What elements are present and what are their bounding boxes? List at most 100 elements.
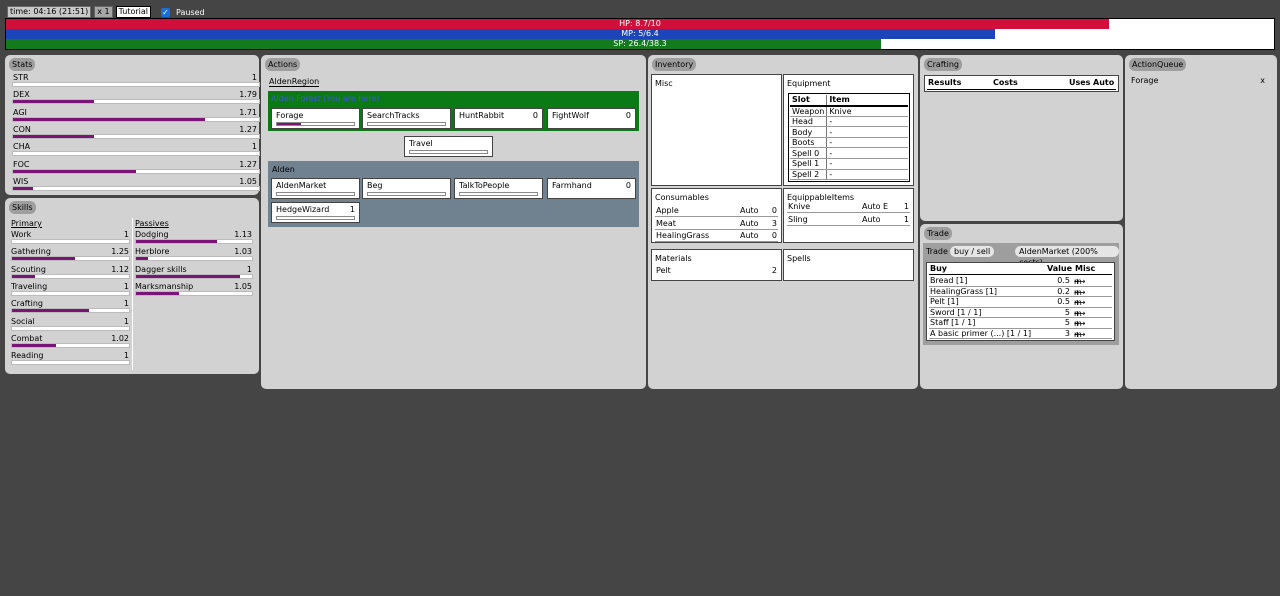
trade-item: Bread [1] [930, 276, 968, 285]
stat-progress-fill [13, 186, 33, 190]
action-button[interactable]: HuntRabbit 0 [454, 108, 543, 129]
speed-button[interactable]: x 1 [94, 6, 113, 18]
skill-row[interactable]: Gathering 1.25 [11, 247, 130, 262]
actions-title: Actions [265, 58, 301, 71]
trade-value: 5 [1064, 318, 1070, 327]
equipment-cell: - [826, 147, 908, 160]
arrow-right-icon[interactable]: ⟶ [1074, 298, 1085, 307]
skill-row[interactable]: Reading 1 [11, 351, 130, 366]
auto-toggle[interactable]: Auto [862, 202, 881, 211]
action-button[interactable]: Forage [271, 108, 360, 129]
equipment-cell: Knive [826, 105, 908, 117]
materials-title: Materials [655, 254, 692, 263]
trade-table: Buy Value Misc Bread [1] 0.5- + m ⟶ HealingGr… [926, 262, 1115, 341]
action-button[interactable]: SearchTracks [362, 108, 451, 129]
skill-row[interactable]: Traveling 1 [11, 282, 130, 297]
materials-box: Materials Pelt 2 [651, 249, 782, 281]
arrow-right-icon[interactable]: ⟶ [1074, 330, 1085, 339]
consumable-row[interactable]: HealingGrass Auto 0 [655, 230, 778, 242]
auto-toggle[interactable]: Auto [862, 215, 881, 224]
auto-toggle[interactable]: Auto [740, 219, 759, 228]
stat-row: FOC 1.27 [9, 160, 260, 175]
forest-title: Alden Forest (You are here) [271, 94, 380, 103]
skill-progress [11, 325, 130, 331]
arrow-right-icon[interactable]: ⟶ [1074, 277, 1085, 286]
action-button[interactable]: Beg [362, 178, 451, 199]
stat-progress [12, 133, 260, 139]
consumable-row[interactable]: Apple Auto 0 [655, 205, 778, 217]
equipment-row[interactable]: Body - [790, 126, 908, 138]
equipment-row[interactable]: Spell 2- [790, 169, 908, 181]
arrow-right-icon[interactable]: ⟶ [1074, 319, 1085, 328]
stat-name: AGI [13, 107, 27, 117]
paused-checkbox[interactable]: ✓ [161, 7, 171, 17]
action-button[interactable]: Farmhand 0 [547, 178, 636, 199]
travel-progress [409, 150, 488, 154]
action-button[interactable]: HedgeWizard 1 [271, 202, 360, 223]
equipment-row[interactable]: Boots - [790, 137, 908, 149]
skill-row[interactable]: Combat 1.02 [11, 334, 130, 349]
equipment-title: Equipment [787, 79, 831, 88]
arrow-right-icon[interactable]: ⟶ [1074, 309, 1085, 318]
inventory-title: Inventory [652, 58, 697, 71]
action-name: HedgeWizard [276, 205, 330, 214]
spells-box: Spells [783, 249, 914, 281]
skill-row[interactable]: Social 1 [11, 317, 130, 332]
auto-toggle[interactable]: Auto [740, 206, 759, 215]
equipment-header-cell: Slot [790, 95, 828, 107]
material-count: 2 [771, 266, 777, 275]
skill-row[interactable]: Dodging 1.13 [135, 230, 253, 245]
consumable-row[interactable]: Meat Auto 3 [655, 218, 778, 230]
skill-value: 1 [123, 281, 129, 291]
crafting-header-rule [927, 89, 1116, 90]
crafting-col-uses: Uses [1069, 78, 1091, 87]
material-row[interactable]: Pelt 2 [655, 265, 778, 277]
equipment-row[interactable]: Spell 0- [790, 147, 908, 160]
equipment-header-cell: Item [826, 95, 908, 107]
skill-row[interactable]: Herblore 1.03 [135, 247, 253, 262]
stat-name: FOC [13, 159, 30, 169]
skill-row[interactable]: Crafting 1 [11, 299, 130, 314]
consumables-title: Consumables [655, 193, 709, 202]
equipment-row[interactable]: Head - [790, 116, 908, 128]
equippable-row[interactable]: Knive Auto E 1 [787, 201, 910, 213]
skill-progress [11, 256, 130, 262]
travel-button[interactable]: Travel [404, 136, 493, 157]
action-button[interactable]: FightWolf 0 [547, 108, 636, 129]
remove-icon[interactable]: x [1260, 76, 1265, 85]
equipment-cell: Spell 2 [790, 169, 828, 181]
skill-name: Marksmanship [135, 281, 194, 291]
action-name: FightWolf [552, 111, 589, 120]
market-select[interactable]: AldenMarket (200% costs) [1015, 246, 1119, 267]
equipment-cell: - [826, 116, 908, 128]
action-name: Forage [276, 111, 304, 120]
misc-title: Misc [655, 79, 673, 88]
tutorial-button[interactable]: Tutorial [115, 6, 152, 18]
skill-row[interactable]: Dagger skills 1 [135, 265, 253, 280]
arrow-right-icon[interactable]: ⟶ [1074, 288, 1085, 297]
skill-row[interactable]: Work 1 [11, 230, 130, 245]
skill-row[interactable]: Marksmanship 1.05 [135, 282, 253, 297]
equipment-row[interactable]: Weapon Knive [790, 105, 908, 117]
trade-box: Trade buy / sell AldenMarket (200% costs… [923, 243, 1119, 345]
equipment-table: Slot Item Weapon Knive Head - Body - Boots - Spell… [788, 93, 910, 183]
trade-col-value: Value [1047, 264, 1073, 273]
stat-progress-fill [13, 117, 205, 121]
region-name: AldenRegion [269, 77, 320, 87]
action-button[interactable]: TalkToPeople [454, 178, 543, 199]
skill-progress [11, 239, 130, 244]
trade-value: 0.5 [1057, 276, 1070, 285]
queue-item[interactable]: Forage x [1131, 76, 1277, 88]
skill-value: 1.02 [111, 333, 129, 343]
action-button[interactable]: AldenMarket [271, 178, 360, 199]
action-progress [276, 122, 355, 126]
auto-toggle[interactable]: Auto [740, 231, 759, 240]
equipment-row[interactable]: Spell 1- [790, 158, 908, 170]
buy-sell-toggle[interactable]: buy / sell [950, 246, 995, 257]
skill-name: Dagger skills [135, 264, 187, 274]
equippable-row[interactable]: Sling Auto 1 [787, 214, 910, 226]
equip-toggle[interactable]: E [883, 202, 888, 211]
equipment-cell: - [826, 126, 908, 138]
skill-row[interactable]: Scouting 1.12 [11, 265, 130, 280]
stat-row: CON 1.27 [9, 125, 260, 140]
